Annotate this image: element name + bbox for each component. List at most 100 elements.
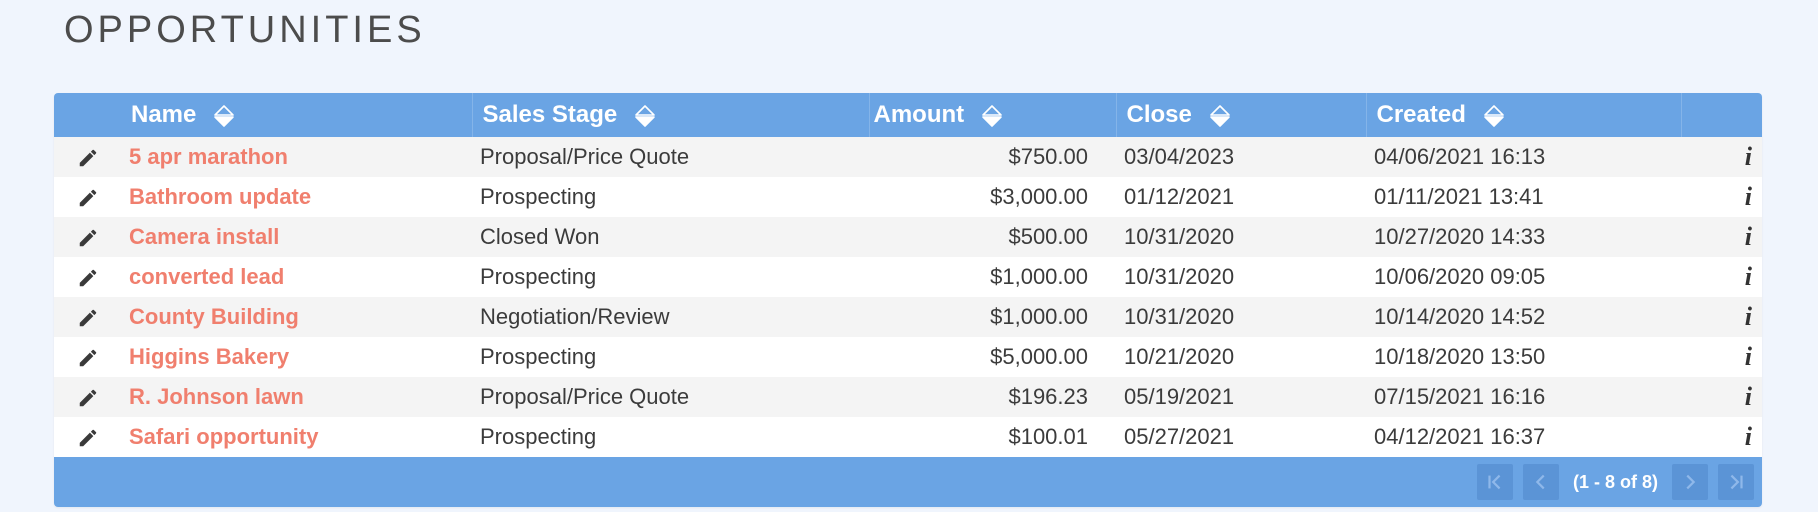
created-date-cell: 10/14/2020 14:52 bbox=[1366, 297, 1681, 337]
opportunity-name-link[interactable]: R. Johnson lawn bbox=[129, 384, 304, 409]
info-icon[interactable]: i bbox=[1681, 377, 1762, 417]
info-icon[interactable]: i bbox=[1681, 337, 1762, 377]
sales-stage-cell: Proposal/Price Quote bbox=[472, 137, 869, 177]
sort-icon[interactable] bbox=[1483, 104, 1505, 128]
header-edit-spacer bbox=[54, 93, 121, 137]
edit-button[interactable] bbox=[54, 337, 121, 377]
amount-cell: $750.00 bbox=[869, 137, 1116, 177]
pencil-icon bbox=[77, 384, 99, 409]
previous-page-button[interactable] bbox=[1522, 464, 1559, 500]
column-label: Sales Stage bbox=[482, 101, 618, 128]
created-date-cell: 07/15/2021 16:16 bbox=[1366, 377, 1681, 417]
column-label: Close bbox=[1126, 101, 1192, 128]
opportunity-name-cell: R. Johnson lawn bbox=[121, 377, 472, 417]
amount-cell: $500.00 bbox=[869, 217, 1116, 257]
sort-icon[interactable] bbox=[213, 104, 235, 128]
sales-stage-cell: Prospecting bbox=[472, 177, 869, 217]
column-label: Created bbox=[1376, 101, 1466, 128]
opportunity-name-link[interactable]: Safari opportunity bbox=[129, 424, 318, 449]
opportunity-name-cell: Bathroom update bbox=[121, 177, 472, 217]
pencil-icon bbox=[77, 264, 99, 289]
opportunities-table: Name Sales Stage Amount Close Created 5 … bbox=[54, 93, 1762, 457]
created-date-cell: 10/18/2020 13:50 bbox=[1366, 337, 1681, 377]
created-date-cell: 04/06/2021 16:13 bbox=[1366, 137, 1681, 177]
table-row: Higgins Bakery Prospecting $5,000.00 10/21/… bbox=[54, 337, 1762, 377]
edit-button[interactable] bbox=[54, 377, 121, 417]
pencil-icon bbox=[77, 304, 99, 329]
info-icon[interactable]: i bbox=[1681, 417, 1762, 457]
opportunity-name-link[interactable]: 5 apr marathon bbox=[129, 144, 288, 169]
pencil-icon bbox=[77, 184, 99, 209]
table-row: Safari opportunity Prospecting $100.01 05/2… bbox=[54, 417, 1762, 457]
info-icon[interactable]: i bbox=[1681, 297, 1762, 337]
close-date-cell: 10/21/2020 bbox=[1116, 337, 1366, 377]
table-header-row: Name Sales Stage Amount Close Created bbox=[54, 93, 1762, 137]
opportunity-name-link[interactable]: Bathroom update bbox=[129, 184, 311, 209]
edit-button[interactable] bbox=[54, 257, 121, 297]
next-page-icon bbox=[1686, 474, 1696, 490]
opportunity-name-link[interactable]: Camera install bbox=[129, 224, 279, 249]
previous-page-icon bbox=[1535, 474, 1545, 490]
page-title: OPPORTUNITIES bbox=[64, 9, 426, 51]
created-date-cell: 10/06/2020 09:05 bbox=[1366, 257, 1681, 297]
amount-cell: $100.01 bbox=[869, 417, 1116, 457]
sales-stage-cell: Prospecting bbox=[472, 417, 869, 457]
sales-stage-cell: Prospecting bbox=[472, 257, 869, 297]
column-header-amount[interactable]: Amount bbox=[869, 93, 1117, 137]
edit-button[interactable] bbox=[54, 417, 121, 457]
close-date-cell: 10/31/2020 bbox=[1116, 257, 1366, 297]
pagination-controls: (1 - 8 of 8) bbox=[1476, 464, 1754, 500]
opportunity-name-link[interactable]: Higgins Bakery bbox=[129, 344, 289, 369]
close-date-cell: 10/31/2020 bbox=[1116, 297, 1366, 337]
table-row: 5 apr marathon Proposal/Price Quote $750.0… bbox=[54, 137, 1762, 177]
pencil-icon bbox=[77, 344, 99, 369]
edit-button[interactable] bbox=[54, 217, 121, 257]
opportunity-name-link[interactable]: converted lead bbox=[129, 264, 284, 289]
opportunity-name-cell: converted lead bbox=[121, 257, 472, 297]
close-date-cell: 03/04/2023 bbox=[1116, 137, 1366, 177]
sort-icon[interactable] bbox=[634, 104, 656, 128]
sort-icon[interactable] bbox=[981, 104, 1003, 128]
column-header-sales-stage[interactable]: Sales Stage bbox=[472, 93, 870, 137]
header-info-spacer bbox=[1681, 93, 1762, 137]
pagination-bar: (1 - 8 of 8) bbox=[54, 457, 1762, 507]
pagination-summary: (1 - 8 of 8) bbox=[1572, 471, 1658, 492]
close-date-cell: 01/12/2021 bbox=[1116, 177, 1366, 217]
first-page-button[interactable] bbox=[1476, 464, 1513, 500]
table-row: County Building Negotiation/Review $1,000.… bbox=[54, 297, 1762, 337]
table-row: R. Johnson lawn Proposal/Price Quote $196.… bbox=[54, 377, 1762, 417]
column-header-created[interactable]: Created bbox=[1366, 93, 1682, 137]
sales-stage-cell: Prospecting bbox=[472, 337, 869, 377]
pencil-icon bbox=[77, 424, 99, 449]
table-row: Camera install Closed Won $500.00 10/31/202… bbox=[54, 217, 1762, 257]
column-label: Name bbox=[131, 101, 197, 128]
column-header-name[interactable]: Name bbox=[121, 93, 473, 137]
opportunity-name-cell: Camera install bbox=[121, 217, 472, 257]
opportunity-name-cell: 5 apr marathon bbox=[121, 137, 472, 177]
created-date-cell: 04/12/2021 16:37 bbox=[1366, 417, 1681, 457]
opportunities-list-panel: Name Sales Stage Amount Close Created 5 … bbox=[54, 93, 1762, 507]
info-icon[interactable]: i bbox=[1681, 257, 1762, 297]
close-date-cell: 10/31/2020 bbox=[1116, 217, 1366, 257]
column-header-close[interactable]: Close bbox=[1116, 93, 1367, 137]
info-icon[interactable]: i bbox=[1681, 137, 1762, 177]
info-icon[interactable]: i bbox=[1681, 177, 1762, 217]
table-row: Bathroom update Prospecting $3,000.00 01/12… bbox=[54, 177, 1762, 217]
created-date-cell: 01/11/2021 13:41 bbox=[1366, 177, 1681, 217]
sales-stage-cell: Proposal/Price Quote bbox=[472, 377, 869, 417]
opportunity-name-cell: Higgins Bakery bbox=[121, 337, 472, 377]
table-body: 5 apr marathon Proposal/Price Quote $750.0… bbox=[54, 137, 1762, 457]
sort-icon[interactable] bbox=[1209, 104, 1231, 128]
edit-button[interactable] bbox=[54, 297, 121, 337]
info-icon[interactable]: i bbox=[1681, 217, 1762, 257]
opportunity-name-cell: Safari opportunity bbox=[121, 417, 472, 457]
table-row: converted lead Prospecting $1,000.00 10/31/… bbox=[54, 257, 1762, 297]
edit-button[interactable] bbox=[54, 137, 121, 177]
opportunity-name-link[interactable]: County Building bbox=[129, 304, 299, 329]
next-page-button[interactable] bbox=[1672, 464, 1708, 500]
edit-button[interactable] bbox=[54, 177, 121, 217]
amount-cell: $3,000.00 bbox=[869, 177, 1116, 217]
last-page-button[interactable] bbox=[1718, 464, 1754, 500]
sales-stage-cell: Negotiation/Review bbox=[472, 297, 869, 337]
amount-cell: $1,000.00 bbox=[869, 297, 1116, 337]
